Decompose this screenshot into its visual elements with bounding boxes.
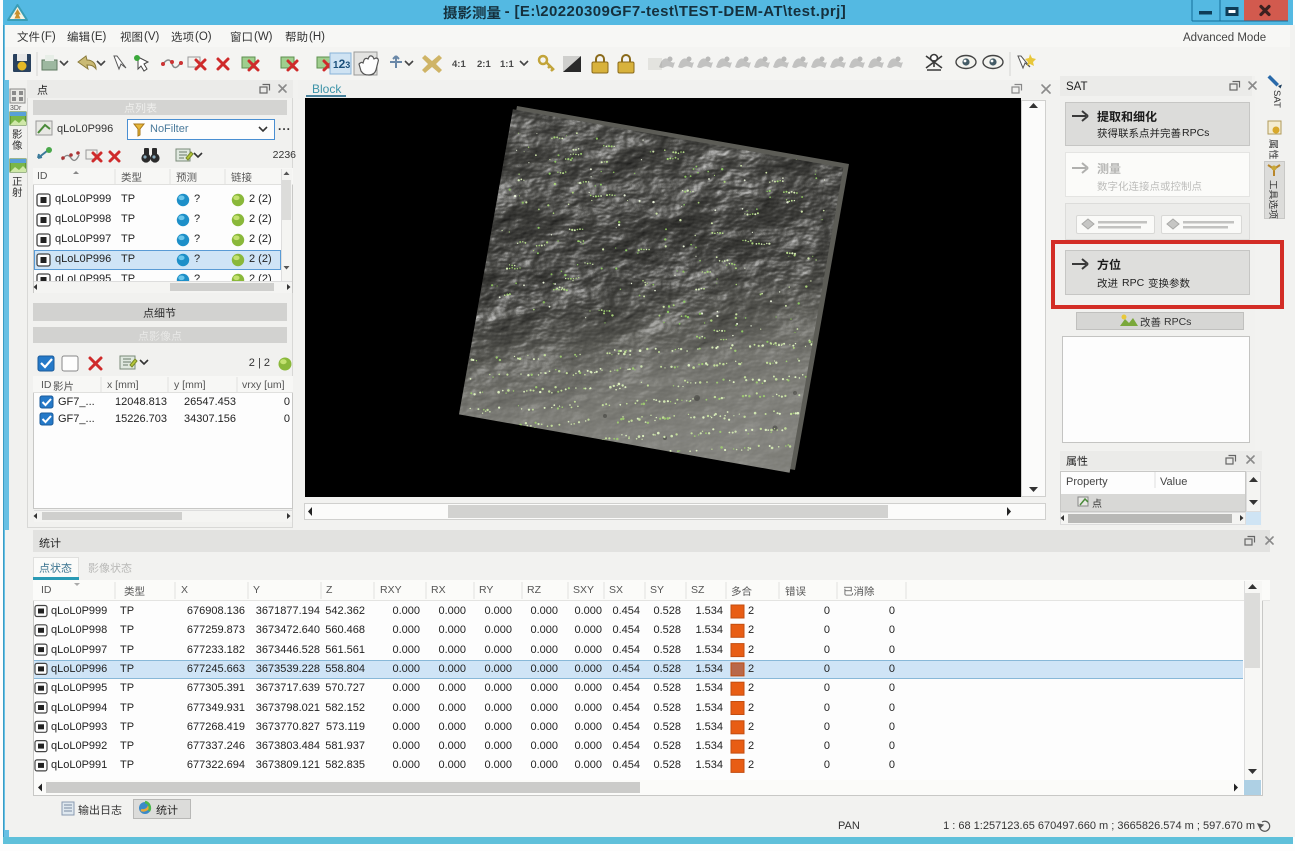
svg-text:3Dr: 3Dr [10,105,22,112]
svg-text:1:1: 1:1 [500,59,514,70]
svg-text:2:1: 2:1 [477,59,491,70]
svg-text:123: 123 [333,57,350,71]
svg-text:4:1: 4:1 [452,59,466,70]
